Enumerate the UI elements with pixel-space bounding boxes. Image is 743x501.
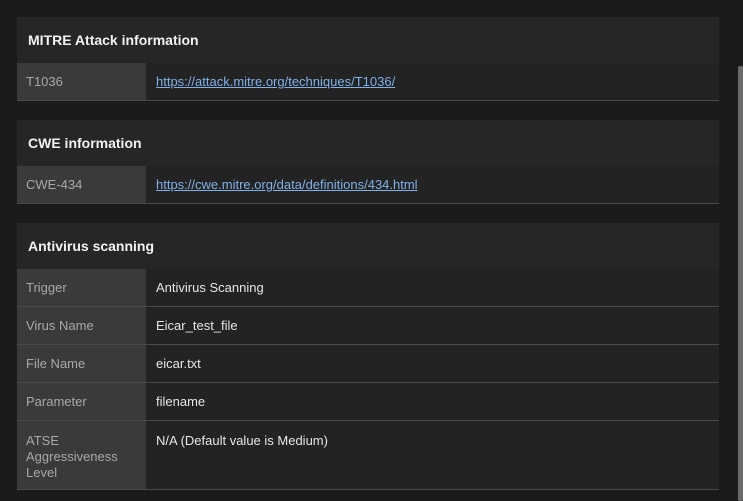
page: MITRE Attack information T1036 https://a… <box>0 0 743 501</box>
antivirus-value: eicar.txt <box>146 345 719 382</box>
antivirus-row-aggressiveness: ATSE Aggressiveness Level N/A (Default v… <box>17 421 719 490</box>
antivirus-key: Parameter <box>17 383 146 420</box>
antivirus-value: Eicar_test_file <box>146 307 719 344</box>
cwe-section: CWE information CWE-434 https://cwe.mitr… <box>17 120 719 204</box>
details-content: MITRE Attack information T1036 https://a… <box>17 17 719 501</box>
mitre-technique-id: T1036 <box>17 63 146 100</box>
cwe-value: https://cwe.mitre.org/data/definitions/4… <box>146 166 719 203</box>
cwe-section-title: CWE information <box>17 120 719 166</box>
mitre-technique-row: T1036 https://attack.mitre.org/technique… <box>17 63 719 101</box>
antivirus-row-trigger: Trigger Antivirus Scanning <box>17 269 719 307</box>
antivirus-value: Antivirus Scanning <box>146 269 719 306</box>
antivirus-value: N/A (Default value is Medium) <box>146 421 719 489</box>
mitre-section: MITRE Attack information T1036 https://a… <box>17 17 719 101</box>
antivirus-key: ATSE Aggressiveness Level <box>17 421 146 489</box>
antivirus-section-title: Antivirus scanning <box>17 223 719 269</box>
cwe-link[interactable]: https://cwe.mitre.org/data/definitions/4… <box>156 177 418 192</box>
vertical-scrollbar[interactable] <box>738 66 743 501</box>
mitre-section-title: MITRE Attack information <box>17 17 719 63</box>
antivirus-row-virus-name: Virus Name Eicar_test_file <box>17 307 719 345</box>
cwe-row: CWE-434 https://cwe.mitre.org/data/defin… <box>17 166 719 204</box>
mitre-technique-value: https://attack.mitre.org/techniques/T103… <box>146 63 719 100</box>
mitre-technique-link[interactable]: https://attack.mitre.org/techniques/T103… <box>156 74 395 89</box>
antivirus-row-file-name: File Name eicar.txt <box>17 345 719 383</box>
antivirus-section: Antivirus scanning Trigger Antivirus Sca… <box>17 223 719 490</box>
antivirus-value: filename <box>146 383 719 420</box>
antivirus-row-parameter: Parameter filename <box>17 383 719 421</box>
cwe-id: CWE-434 <box>17 166 146 203</box>
antivirus-key: Trigger <box>17 269 146 306</box>
antivirus-key: File Name <box>17 345 146 382</box>
antivirus-key: Virus Name <box>17 307 146 344</box>
